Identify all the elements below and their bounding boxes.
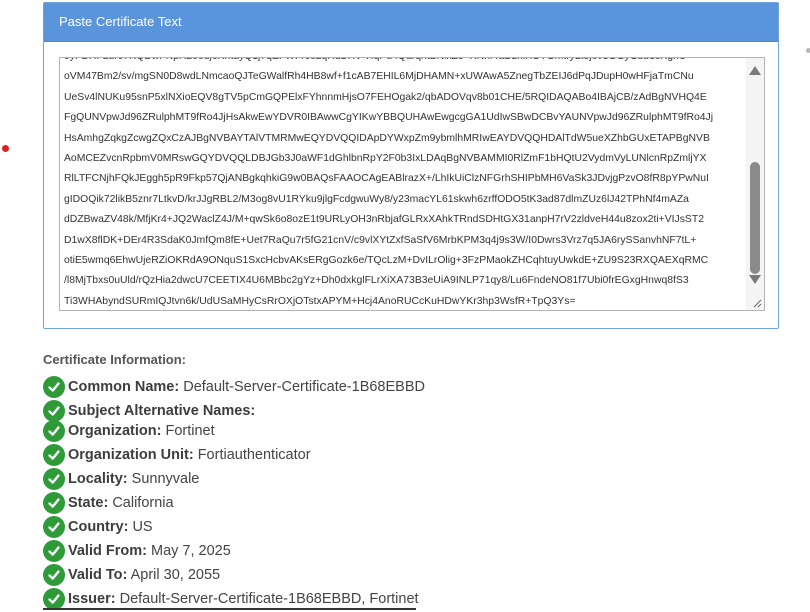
info-value: May 7, 2025 [151,543,231,559]
info-row-text: Issuer: Default-Server-Certificate-1B68E… [68,591,419,607]
certificate-line: oVM47Bm2/sv/mgSN0D8wdLNmcaoQJTeGWalfRh4H… [64,71,694,83]
info-row-text: Country: US [68,519,153,535]
certificate-line: AoMCEZvcnRpbmV0MRswGQYDVQQLDBJGb3J0aWF1d… [64,153,707,165]
certificate-line: dDZBwaZV48k/MfjKr4+JQ2WaclZ4J/M+qwSk6o8o… [64,214,704,226]
info-label: Organization Unit: [68,447,194,463]
certificate-line: 9yFDHFLur97KQDwFNpH2oedj6KhtayQ1j7qEFWFr… [64,58,740,67]
info-row: Valid To: April 30, 2055 [43,563,220,587]
info-row-text: Valid From: May 7, 2025 [68,543,231,559]
info-row-text: Valid To: April 30, 2055 [68,567,220,583]
certificate-line: RlLTFCNjhFQkJEggh5pR9Fkp57QjANBgkqhkiG9w… [64,173,709,185]
certificate-line: HsAmhgZqkgZcwgZQxCzAJBgNVBAYTAlVTMRMwEQY… [64,132,710,144]
certificate-line: FgQUNVpwJd96ZRulphMT9fRo4JjHsAkwEwYDVR0I… [64,112,714,124]
check-icon [43,444,65,466]
info-label: Subject Alternative Names: [68,403,256,419]
info-label: Country: [68,519,129,535]
alert-dot [2,145,9,152]
info-label: Organization: [68,423,162,439]
scroll-down-arrow-icon[interactable] [749,275,761,284]
info-row-text: Organization Unit: Fortiauthenticator [68,447,311,463]
certificate-info-title: Certificate Information: [43,352,187,367]
check-icon [43,516,65,538]
info-row: Valid From: May 7, 2025 [43,539,231,563]
info-row-text: Locality: Sunnyvale [68,471,199,487]
check-icon [43,540,65,562]
check-icon [43,420,65,442]
info-value: US [132,519,153,535]
info-row-text: Organization: Fortinet [68,423,215,439]
certificate-line: UeSv4lNUKu95snP5xlNXioEQV8gTV5pCmGQPElxF… [64,91,707,103]
decorative-dot [806,48,810,53]
certificate-textarea[interactable]: 9yFDHFLur97KQDwFNpH2oedj6KhtayQ1j7qEFWFr… [59,57,765,311]
certificate-line: otiE5wmq6EhwUjeRZiOKRdA9ONquS1SxcHcbvAKs… [64,255,709,267]
info-label: Issuer: [68,591,116,607]
info-value: April 30, 2055 [130,567,221,583]
info-value: Default-Server-Certificate-1B68EBBD, For… [119,591,419,607]
info-value: Default-Server-Certificate-1B68EBBD [183,379,425,395]
info-label: Locality: [68,471,128,487]
certificate-line: Ti3WHAbyndSURmIQJtvn6k/UdUSaMHyCsRrOXjOT… [64,295,576,307]
info-value: Sunnyvale [131,471,200,487]
info-row: State: California [43,491,174,515]
scroll-up-arrow-icon[interactable] [749,66,761,75]
divider [43,608,416,610]
info-value: Fortinet [165,423,215,439]
certificate-text[interactable]: 9yFDHFLur97KQDwFNpH2oedj6KhtayQ1j7qEFWFr… [64,58,740,310]
info-value: California [112,495,174,511]
info-label: Valid From: [68,543,147,559]
certificate-line: gIDOQik72likB5znr7LtkvD/krJJgRBL2/M3og8v… [64,193,689,205]
info-row: Locality: Sunnyvale [43,467,199,491]
info-row-text: State: California [68,495,174,511]
panel-title: Paste Certificate Text [44,3,778,42]
certificate-line: D1wX8flDK+DEr4R3SdaK0JmfQm8fE+Uet7RaQu7r… [64,234,697,246]
check-icon [43,588,65,610]
resize-grip-icon[interactable] [752,298,762,308]
scroll-thumb[interactable] [750,162,760,274]
check-icon [43,468,65,490]
certificate-line: /l8MjTbxs0uUld/rQzHia2dwcU7CEETIX4U6MBbc… [64,275,689,287]
check-icon [43,492,65,514]
textarea-scrollbar[interactable] [746,58,764,310]
info-row: Country: US [43,515,153,539]
info-row: Common Name: Default-Server-Certificate-… [43,375,425,399]
info-row-text: Common Name: Default-Server-Certificate-… [68,379,425,395]
check-icon [43,376,65,398]
certificate-panel: Paste Certificate Text 9yFDHFLur97KQDwFN… [43,2,779,329]
info-label: State: [68,495,109,511]
info-label: Valid To: [68,567,128,583]
info-value: Fortiauthenticator [197,447,311,463]
check-icon [43,564,65,586]
info-row-text: Subject Alternative Names: [68,403,255,419]
info-label: Common Name: [68,379,180,395]
info-row: Organization Unit: Fortiauthenticator [43,443,311,467]
info-row: Organization: Fortinet [43,419,215,443]
